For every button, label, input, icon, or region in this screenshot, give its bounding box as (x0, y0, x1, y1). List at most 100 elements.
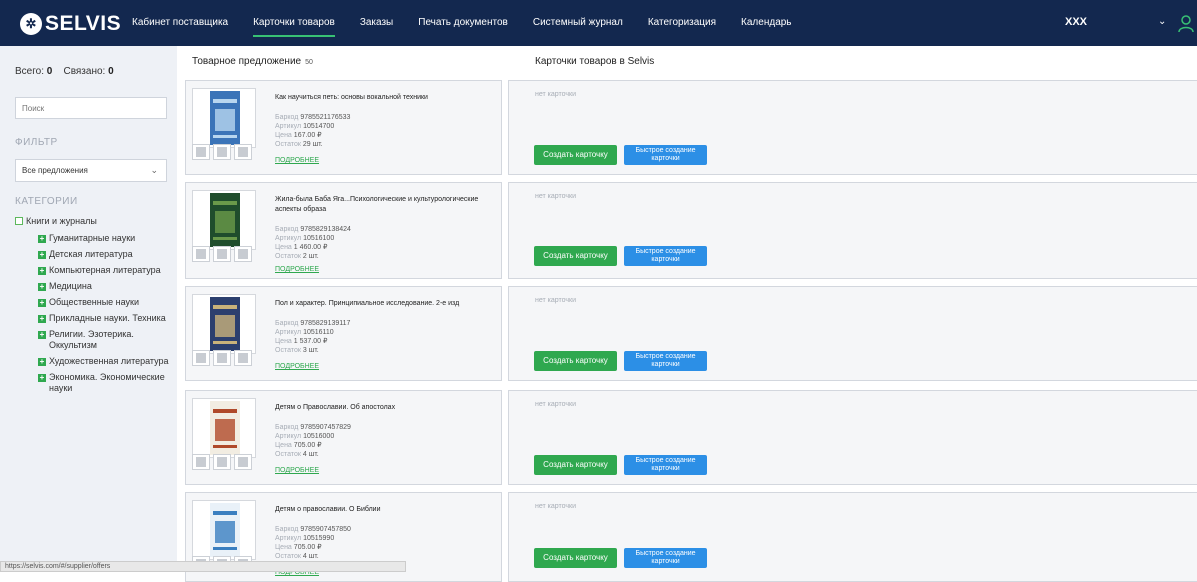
category-root[interactable]: Книги и журналы (15, 216, 97, 226)
book-title: Как научиться петь: основы вокальной тех… (275, 94, 428, 101)
book-stock: Остаток 4 шт. (275, 553, 319, 560)
category-item[interactable]: + Компьютерная литература (38, 265, 173, 276)
book-barcode: Баркод 9785521176533 (275, 114, 351, 121)
fast-create-line1: Быстрое создание (635, 457, 696, 464)
more-link[interactable]: ПОДРОБНЕЕ (275, 266, 319, 273)
nav-product-cards[interactable]: Карточки товаров (253, 0, 335, 46)
category-item[interactable]: + Религии. Эзотерика. Оккультизм (38, 329, 173, 351)
book-stock: Остаток 2 шт. (275, 253, 319, 260)
fast-create-card-button[interactable]: Быстрое создание карточки (624, 246, 707, 266)
thumbnail[interactable] (192, 350, 210, 366)
expand-plus-icon[interactable]: + (38, 315, 46, 323)
expand-plus-icon[interactable]: + (38, 251, 46, 259)
nav-calendar[interactable]: Календарь (741, 0, 791, 46)
user-name[interactable]: XXX (1065, 16, 1087, 28)
create-card-button[interactable]: Создать карточку (534, 455, 617, 475)
thumbnail[interactable] (192, 144, 210, 160)
expand-plus-icon[interactable]: + (38, 358, 46, 366)
expand-plus-icon[interactable]: + (38, 283, 46, 291)
category-label: Детская литература (49, 249, 133, 259)
nav-system-log[interactable]: Системный журнал (533, 0, 623, 46)
no-card-text: нет карточки (535, 401, 577, 408)
book-cover-image (210, 401, 240, 455)
checkbox-icon[interactable] (15, 217, 23, 225)
expand-plus-icon[interactable]: + (38, 267, 46, 275)
book-cover[interactable] (192, 294, 256, 354)
nav-print-documents[interactable]: Печать документов (418, 0, 508, 46)
nav-supplier-cabinet[interactable]: Кабинет поставщика (132, 0, 228, 46)
fast-create-card-button[interactable]: Быстрое создание карточки (624, 145, 707, 165)
selvis-logo[interactable]: ✲ SELVIS (20, 12, 121, 36)
thumbnail[interactable] (213, 246, 231, 262)
book-cover-image (210, 91, 240, 145)
more-link[interactable]: ПОДРОБНЕЕ (275, 157, 319, 164)
book-price: Цена 705.00 ₽ (275, 544, 322, 551)
book-cover[interactable] (192, 190, 256, 250)
category-item[interactable]: + Художественная литература (38, 356, 173, 367)
thumbnail[interactable] (192, 454, 210, 470)
card-row: нет карточки Создать карточку Быстрое со… (508, 182, 1197, 279)
book-stock: Остаток 4 шт. (275, 451, 319, 458)
book-stock: Остаток 3 шт. (275, 347, 319, 354)
book-cover-image (210, 503, 240, 557)
search-input[interactable] (15, 97, 167, 119)
more-link[interactable]: ПОДРОБНЕЕ (275, 467, 319, 474)
thumbnail[interactable] (234, 246, 252, 262)
thumbnail[interactable] (234, 454, 252, 470)
expand-plus-icon[interactable]: + (38, 331, 46, 339)
category-root-label: Книги и журналы (26, 216, 97, 226)
category-label: Экономика. Экономические науки (49, 372, 165, 393)
fast-create-card-button[interactable]: Быстрое создание карточки (624, 351, 707, 371)
thumbnail[interactable] (234, 350, 252, 366)
book-barcode: Баркод 9785907457829 (275, 424, 351, 431)
book-cover[interactable] (192, 88, 256, 148)
thumbnail[interactable] (213, 350, 231, 366)
category-label: Религии. Эзотерика. Оккультизм (49, 329, 134, 350)
filter-title: ФИЛЬТР (15, 137, 58, 148)
create-card-button[interactable]: Создать карточку (534, 246, 617, 266)
category-item[interactable]: + Экономика. Экономические науки (38, 372, 173, 394)
offer-row: Пол и характер. Принципиальное исследова… (185, 286, 502, 381)
category-list: + Гуманитарные науки + Детская литература … (38, 233, 173, 399)
fast-create-line1: Быстрое создание (635, 353, 696, 360)
category-item[interactable]: + Общественные науки (38, 297, 173, 308)
create-card-button[interactable]: Создать карточку (534, 351, 617, 371)
book-title: Детям о Православии. Об апостолах (275, 404, 396, 411)
more-link[interactable]: ПОДРОБНЕЕ (275, 363, 319, 370)
counters: Всего: 0 Связано: 0 (15, 66, 114, 77)
category-item[interactable]: + Гуманитарные науки (38, 233, 173, 244)
expand-plus-icon[interactable]: + (38, 299, 46, 307)
user-icon[interactable] (1178, 15, 1194, 33)
fast-create-card-button[interactable]: Быстрое создание карточки (624, 548, 707, 568)
thumbnail-strip (192, 246, 255, 262)
fast-create-line2: карточки (651, 155, 680, 162)
book-article: Артикул 10516100 (275, 235, 335, 242)
create-card-button[interactable]: Создать карточку (534, 145, 617, 165)
chevron-down-icon[interactable]: ⌄ (1158, 16, 1166, 27)
category-item[interactable]: + Медицина (38, 281, 173, 292)
thumbnail-strip (192, 144, 255, 160)
card-row: нет карточки Создать карточку Быстрое со… (508, 492, 1197, 582)
offer-row: Жила-была Баба Яга...Психологические и к… (185, 182, 502, 279)
fast-create-line2: карточки (651, 465, 680, 472)
create-card-button[interactable]: Создать карточку (534, 548, 617, 568)
thumbnail[interactable] (213, 144, 231, 160)
category-item[interactable]: + Прикладные науки. Техника (38, 313, 173, 324)
fast-create-line1: Быстрое создание (635, 550, 696, 557)
nav-categorization[interactable]: Категоризация (648, 0, 716, 46)
filter-select[interactable]: Все предложения ⌄ (15, 159, 167, 182)
category-item[interactable]: + Детская литература (38, 249, 173, 260)
fast-create-line2: карточки (651, 361, 680, 368)
book-cover[interactable] (192, 500, 256, 560)
fast-create-card-button[interactable]: Быстрое создание карточки (624, 455, 707, 475)
book-cover[interactable] (192, 398, 256, 458)
book-title: Пол и характер. Принципиальное исследова… (275, 300, 460, 307)
expand-plus-icon[interactable]: + (38, 374, 46, 382)
thumbnail[interactable] (192, 246, 210, 262)
thumbnail[interactable] (213, 454, 231, 470)
total-value: 0 (46, 66, 53, 77)
thumbnail-strip (192, 350, 255, 366)
nav-orders[interactable]: Заказы (360, 0, 393, 46)
thumbnail[interactable] (234, 144, 252, 160)
expand-plus-icon[interactable]: + (38, 235, 46, 243)
